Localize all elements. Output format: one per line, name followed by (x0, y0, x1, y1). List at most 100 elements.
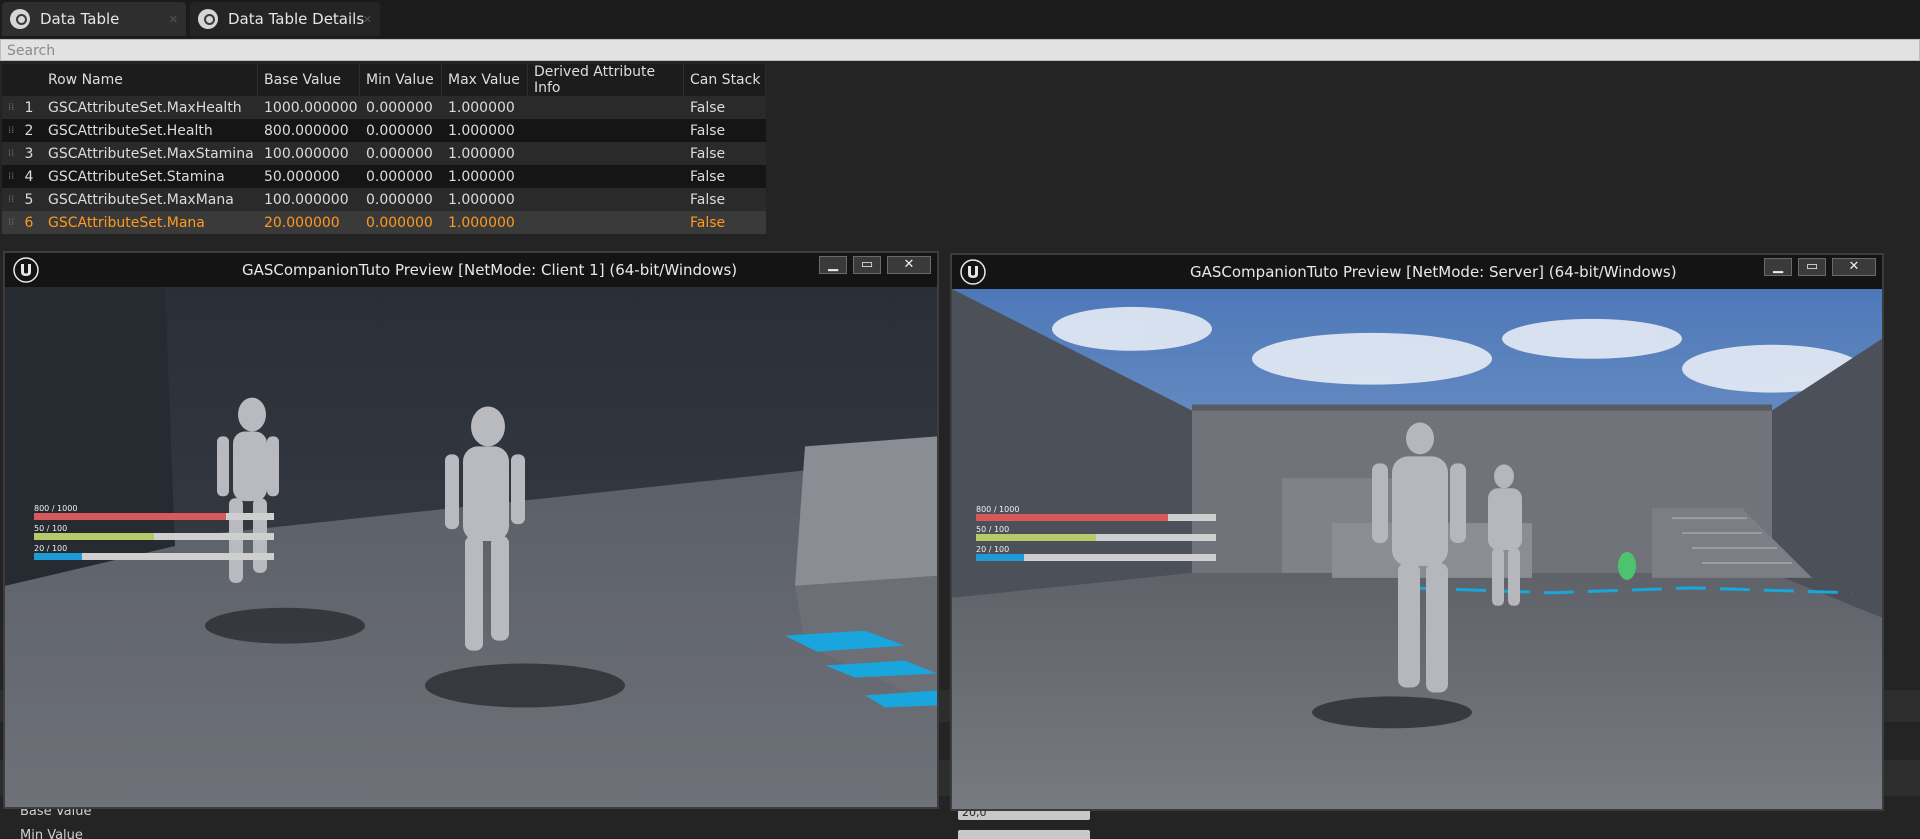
close-tab-icon[interactable]: ✕ (169, 13, 178, 26)
cell-base-value: 50.000000 (264, 168, 340, 185)
client-preview-window[interactable]: GASCompanionTuto Preview [NetMode: Clien… (3, 251, 939, 809)
hud-bar-fill (34, 533, 154, 540)
game-viewport[interactable]: 800 / 1000 50 / 100 20 / 100 (5, 287, 937, 807)
search-bar (0, 39, 1920, 61)
cell-row-name: GSCAttributeSet.MaxStamina (48, 145, 254, 162)
minimize-button[interactable]: ▁ (819, 256, 847, 274)
game-viewport[interactable]: 800 / 1000 50 / 100 20 / 100 (952, 289, 1882, 809)
cell-can-stack: False (690, 122, 726, 139)
min-value-label: Min Value (20, 828, 83, 839)
table-header: Row Name Base Value Min Value Max Value … (2, 64, 766, 96)
cell-can-stack: False (690, 99, 726, 116)
close-button[interactable]: ✕ (1832, 258, 1876, 276)
hud-bar-label: 50 / 100 (976, 525, 1010, 534)
table-body: ⁞⁞ 1 GSCAttributeSet.MaxHealth 1000.000000 0… (2, 96, 766, 234)
cell-row-name: GSCAttributeSet.MaxHealth (48, 99, 242, 116)
cell-min-value: 0.000000 (366, 191, 433, 208)
cell-max-value: 1.000000 (448, 99, 515, 116)
window-title: GASCompanionTuto Preview [NetMode: Serve… (1190, 263, 1677, 281)
minimize-button[interactable]: ▁ (1764, 258, 1792, 276)
cell-base-value: 100.000000 (264, 145, 349, 162)
hud-bar-fill (34, 553, 82, 560)
window-title: GASCompanionTuto Preview [NetMode: Clien… (242, 261, 738, 279)
window-titlebar[interactable]: GASCompanionTuto Preview [NetMode: Clien… (5, 253, 937, 287)
drag-handle-icon[interactable]: ⁞⁞ (2, 125, 16, 136)
data-table-icon (10, 9, 30, 29)
drag-handle-icon[interactable]: ⁞⁞ (2, 148, 16, 159)
tab-data-table[interactable]: Data Table ✕ (2, 2, 186, 36)
column-header-derived-attribute-info[interactable]: Derived Attribute Info (528, 64, 684, 96)
table-row[interactable]: ⁞⁞ 5 GSCAttributeSet.MaxMana 100.000000 0.00… (2, 188, 766, 211)
hud-bar-fill (976, 554, 1024, 561)
maximize-button[interactable]: ▭ (1798, 258, 1826, 276)
search-input[interactable] (1, 41, 1919, 61)
column-header-max-value[interactable]: Max Value (442, 64, 528, 96)
tab-bar: Data Table ✕ Data Table Details ✕ (0, 0, 1920, 38)
cell-can-stack: False (690, 145, 726, 162)
server-hud: 800 / 1000 50 / 100 20 / 100 (976, 505, 1226, 565)
hud-bar-label: 800 / 1000 (976, 505, 1020, 514)
drag-handle-icon[interactable]: ⁞⁞ (2, 102, 16, 113)
table-row[interactable]: ⁞⁞ 6 GSCAttributeSet.Mana 20.000000 0.000000… (2, 211, 766, 234)
row-number: 4 (24, 168, 34, 185)
column-header-base-value[interactable]: Base Value (258, 64, 360, 96)
cell-base-value: 100.000000 (264, 191, 349, 208)
row-number-header (16, 64, 42, 96)
cell-min-value: 0.000000 (366, 145, 433, 162)
cell-row-name: GSCAttributeSet.Mana (48, 214, 205, 231)
hud-bar-label: 20 / 100 (34, 544, 68, 553)
column-header-row-name[interactable]: Row Name (42, 64, 258, 96)
window-titlebar[interactable]: GASCompanionTuto Preview [NetMode: Serve… (952, 255, 1882, 289)
cell-max-value: 1.000000 (448, 214, 515, 231)
hud-bar-fill (976, 514, 1168, 521)
hud-bar-label: 50 / 100 (34, 524, 68, 533)
hud-bar-label: 20 / 100 (976, 545, 1010, 554)
data-table: Row Name Base Value Min Value Max Value … (2, 64, 766, 234)
table-row[interactable]: ⁞⁞ 4 GSCAttributeSet.Stamina 50.000000 0.000… (2, 165, 766, 188)
cell-min-value: 0.000000 (366, 214, 433, 231)
row-number: 5 (24, 191, 34, 208)
drag-handle-icon[interactable]: ⁞⁞ (2, 217, 16, 228)
min-value-input[interactable] (958, 830, 1090, 839)
hud-bar-fill (976, 534, 1096, 541)
cell-can-stack: False (690, 191, 726, 208)
row-number: 3 (24, 145, 34, 162)
drag-handle-icon[interactable]: ⁞⁞ (2, 194, 16, 205)
unreal-logo-icon (960, 259, 986, 285)
close-tab-icon[interactable]: ✕ (363, 13, 372, 26)
hud-attribute-bar (34, 513, 274, 520)
data-table-details-icon (198, 9, 218, 29)
maximize-button[interactable]: ▭ (853, 256, 881, 274)
hud-bar-label: 800 / 1000 (34, 504, 78, 513)
cell-min-value: 0.000000 (366, 99, 433, 116)
cell-row-name: GSCAttributeSet.MaxMana (48, 191, 234, 208)
hud-attribute-bar (34, 553, 274, 560)
cell-max-value: 1.000000 (448, 191, 515, 208)
close-button[interactable]: ✕ (887, 256, 931, 274)
hud-attribute-bar (976, 514, 1216, 521)
cell-can-stack: False (690, 214, 726, 231)
cell-row-name: GSCAttributeSet.Stamina (48, 168, 225, 185)
table-row[interactable]: ⁞⁞ 1 GSCAttributeSet.MaxHealth 1000.000000 0… (2, 96, 766, 119)
table-row[interactable]: ⁞⁞ 3 GSCAttributeSet.MaxStamina 100.000000 0… (2, 142, 766, 165)
row-number: 1 (24, 99, 34, 116)
cell-base-value: 20.000000 (264, 214, 340, 231)
grip-header (2, 64, 16, 96)
cell-base-value: 1000.000000 (264, 99, 358, 116)
column-header-can-stack[interactable]: Can Stack (684, 64, 766, 96)
tab-data-table-details[interactable]: Data Table Details ✕ (190, 2, 380, 36)
row-number: 6 (24, 214, 34, 231)
server-preview-window[interactable]: GASCompanionTuto Preview [NetMode: Serve… (950, 253, 1884, 811)
drag-handle-icon[interactable]: ⁞⁞ (2, 171, 16, 182)
tab-label: Data Table Details (228, 10, 365, 28)
hud-attribute-bar (976, 534, 1216, 541)
cell-can-stack: False (690, 168, 726, 185)
cell-min-value: 0.000000 (366, 168, 433, 185)
unreal-logo-icon (13, 257, 39, 283)
cell-max-value: 1.000000 (448, 168, 515, 185)
column-header-min-value[interactable]: Min Value (360, 64, 442, 96)
cell-min-value: 0.000000 (366, 122, 433, 139)
cell-max-value: 1.000000 (448, 122, 515, 139)
cell-row-name: GSCAttributeSet.Health (48, 122, 213, 139)
table-row[interactable]: ⁞⁞ 2 GSCAttributeSet.Health 800.000000 0.000… (2, 119, 766, 142)
